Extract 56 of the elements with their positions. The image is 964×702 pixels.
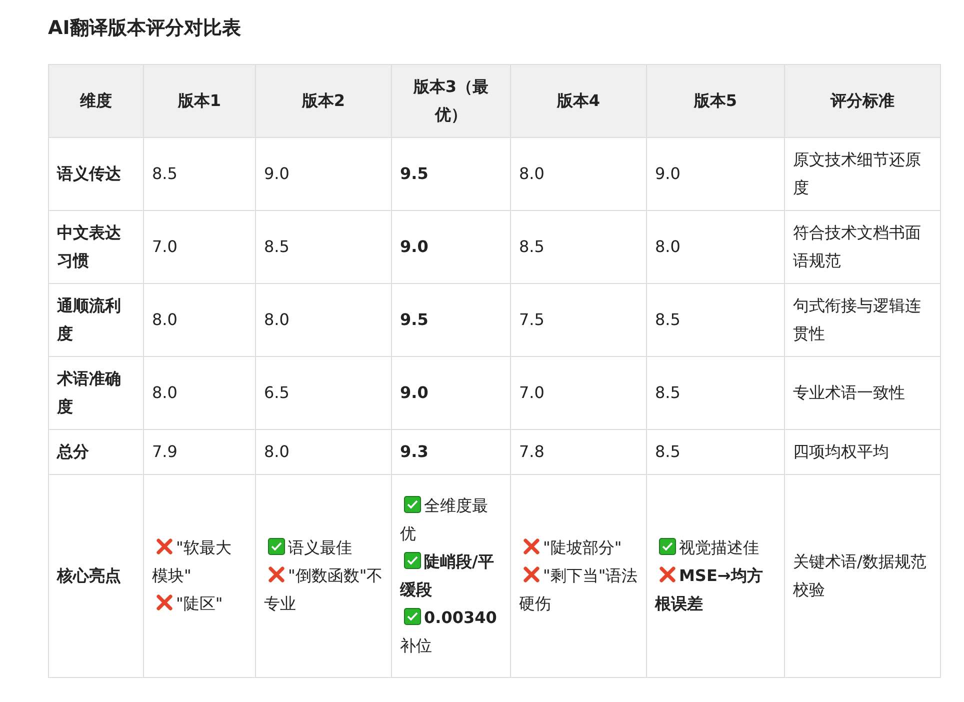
table-cell: 8.5	[646, 284, 784, 356]
table-cell: 9.0	[392, 210, 510, 284]
row-header: 中文表达习惯	[48, 210, 144, 284]
table-cell: 9.0	[256, 138, 392, 210]
row-header: 术语准确度	[48, 356, 144, 430]
column-header: 版本2	[256, 64, 392, 138]
table-cell: 7.8	[510, 430, 646, 474]
table-cell: 符合技术文档书面语规范	[784, 210, 940, 284]
column-header: 评分标准	[784, 64, 940, 138]
column-header: 维度	[48, 64, 144, 138]
column-header: 版本4	[510, 64, 646, 138]
column-header: 版本1	[144, 64, 256, 138]
table-cell: 句式衔接与逻辑连贯性	[784, 284, 940, 356]
table-cell: 9.5	[392, 284, 510, 356]
highlight-text: "软最大模块"	[152, 538, 232, 585]
table-cell: 9.0	[646, 138, 784, 210]
table-cell: 7.0	[510, 356, 646, 430]
table-cell: 8.0	[256, 284, 392, 356]
row-header: 通顺流利度	[48, 284, 144, 356]
table-cell: 7.5	[510, 284, 646, 356]
table-cell: 专业术语一致性	[784, 356, 940, 430]
column-header: 版本3（最优）	[392, 64, 510, 138]
table-cell: 9.3	[392, 430, 510, 474]
table-cell: 8.5	[256, 210, 392, 284]
table-cell: 8.0	[510, 138, 646, 210]
highlight-text: 全维度最优	[400, 496, 488, 543]
table-cell: 6.5	[256, 356, 392, 430]
table-cell: 9.0	[392, 356, 510, 430]
column-header: 版本5	[646, 64, 784, 138]
highlight-text: MSE→均方根误差	[655, 566, 763, 613]
table-cell: 8.0	[144, 356, 256, 430]
highlight-text: 0.00340 补位	[400, 608, 497, 655]
table-cell: 7.9	[144, 430, 256, 474]
page-title: AI翻译版本评分对比表	[48, 16, 242, 41]
table-cell: 8.5	[144, 138, 256, 210]
highlight-text: 陡峭段/平缓段	[400, 552, 494, 599]
row-header: 总分	[48, 430, 144, 474]
table-cell: 8.0	[646, 210, 784, 284]
table-cell: 8.0	[256, 430, 392, 474]
highlight-text: 语义最佳	[288, 538, 352, 557]
row-header: 核心亮点	[48, 474, 144, 678]
table-cell: 四项均权平均	[784, 430, 940, 474]
table-cell: 关键术语/数据规范校验	[784, 474, 940, 678]
highlight-text: "陡坡部分"	[543, 538, 622, 557]
table-cell: 8.5	[510, 210, 646, 284]
table-cell: 原文技术细节还原度	[784, 138, 940, 210]
highlight-text: "倒数函数"不专业	[264, 566, 383, 613]
table-cell: 8.5	[646, 430, 784, 474]
highlight-text: "陡区"	[176, 594, 223, 613]
row-header: 语义传达	[48, 138, 144, 210]
table-cell: 7.0	[144, 210, 256, 284]
highlight-text: "剩下当"语法硬伤	[519, 566, 638, 613]
table-cell: 8.0	[144, 284, 256, 356]
highlight-text: 视觉描述佳	[679, 538, 759, 557]
table-cell: 9.5	[392, 138, 510, 210]
table-cell: 8.5	[646, 356, 784, 430]
